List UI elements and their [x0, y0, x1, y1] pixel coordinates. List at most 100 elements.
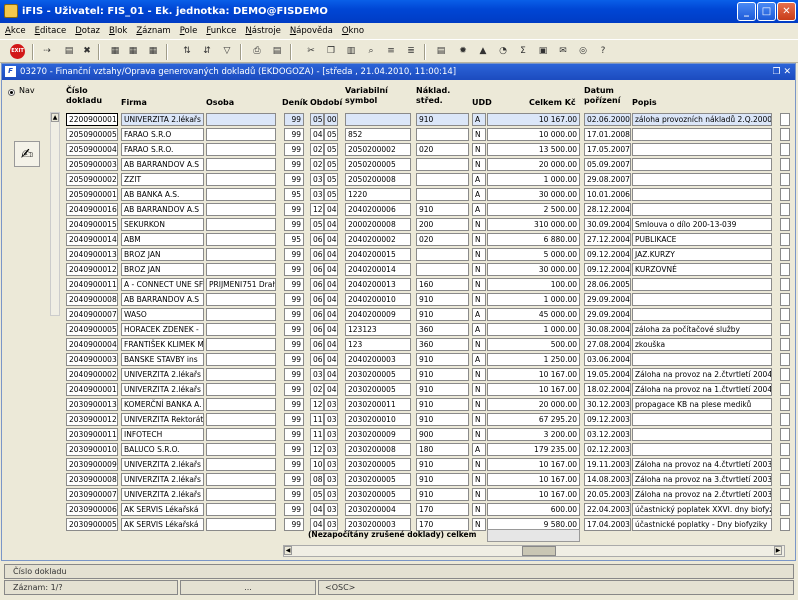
clock-icon[interactable]: ◔: [496, 44, 510, 58]
cell-udd[interactable]: N: [472, 473, 486, 486]
cell-person[interactable]: [206, 188, 276, 201]
cell-description[interactable]: [632, 413, 772, 426]
menu-funkce[interactable]: Funkce: [201, 23, 240, 39]
cancel-query-icon[interactable]: ▦: [146, 44, 160, 58]
cell-period-year[interactable]: 03: [324, 503, 338, 516]
cell-cost-center[interactable]: 910: [416, 413, 469, 426]
cell-period-month[interactable]: 11: [310, 428, 324, 441]
cell-cost-center[interactable]: [416, 158, 469, 171]
cell-doc-number[interactable]: 2040900004: [66, 338, 118, 351]
cell-total[interactable]: 100.00: [487, 278, 580, 291]
cell-company[interactable]: AK SERVIS Lékařská: [121, 503, 204, 516]
sort-desc-icon[interactable]: ⇵: [200, 44, 214, 58]
cell-doc-number[interactable]: 2030900010: [66, 443, 118, 456]
cell-udd[interactable]: A: [472, 308, 486, 321]
cell-journal[interactable]: 99: [284, 398, 304, 411]
cell-period-year[interactable]: 04: [324, 248, 338, 261]
cell-company[interactable]: UNIVERZITA 2.lékařs: [121, 383, 204, 396]
cell-doc-number[interactable]: 2040900007: [66, 308, 118, 321]
cell-cost-center[interactable]: 910: [416, 383, 469, 396]
scroll-right-arrow[interactable]: ▶: [774, 546, 782, 555]
cell-description[interactable]: [632, 203, 772, 216]
cell-description[interactable]: KURZOVNÉ: [632, 263, 772, 276]
cell-company[interactable]: AK SERVIS Lékařská: [121, 518, 204, 531]
cell-company[interactable]: ZZIT: [121, 173, 204, 186]
cell-period-year[interactable]: 05: [324, 143, 338, 156]
cell-period-year[interactable]: 00: [324, 113, 338, 126]
cell-person[interactable]: [206, 383, 276, 396]
cell-journal[interactable]: 99: [284, 203, 304, 216]
cell-total[interactable]: 10 167.00: [487, 473, 580, 486]
cell-doc-number[interactable]: 2030900009: [66, 458, 118, 471]
copy-icon[interactable]: ❐: [324, 44, 338, 58]
horizontal-scroll-thumb[interactable]: [522, 546, 556, 556]
cell-description[interactable]: Záloha na provoz na 2.čtvrtletí 2003: [632, 488, 772, 501]
warning-icon[interactable]: ▲: [476, 44, 490, 58]
cell-variable-symbol[interactable]: 2030200005: [345, 458, 411, 471]
cell-udd[interactable]: N: [472, 158, 486, 171]
cell-variable-symbol[interactable]: 2030200004: [345, 503, 411, 516]
cell-journal[interactable]: 99: [284, 278, 304, 291]
help-icon[interactable]: ?: [596, 44, 610, 58]
cell-udd[interactable]: N: [472, 263, 486, 276]
cell-total[interactable]: 10 167.00: [487, 458, 580, 471]
cell-total[interactable]: 30 000.00: [487, 188, 580, 201]
cell-variable-symbol[interactable]: 2040200003: [345, 353, 411, 366]
cell-udd[interactable]: N: [472, 218, 486, 231]
cell-period-month[interactable]: 12: [310, 398, 324, 411]
scroll-left-arrow[interactable]: ◀: [284, 546, 292, 555]
cell-udd[interactable]: N: [472, 233, 486, 246]
cell-person[interactable]: [206, 233, 276, 246]
cell-period-month[interactable]: 03: [310, 368, 324, 381]
cell-person[interactable]: PRIJMENI751 Drah: [206, 278, 276, 291]
cell-date[interactable]: 02.12.2003: [584, 443, 631, 456]
cell-period-year[interactable]: 04: [324, 293, 338, 306]
cell-variable-symbol[interactable]: 123123: [345, 323, 411, 336]
cell-journal[interactable]: 99: [284, 263, 304, 276]
cell-person[interactable]: [206, 338, 276, 351]
cell-company[interactable]: BANSKE STAVBY ins: [121, 353, 204, 366]
cell-total[interactable]: 310 000.00: [487, 218, 580, 231]
cell-person[interactable]: [206, 113, 276, 126]
cell-variable-symbol[interactable]: 1220: [345, 188, 411, 201]
cell-journal[interactable]: 99: [284, 128, 304, 141]
cell-doc-number[interactable]: 2030900011: [66, 428, 118, 441]
cell-variable-symbol[interactable]: 2040200013: [345, 278, 411, 291]
cell-total[interactable]: 30 000.00: [487, 263, 580, 276]
cell-date[interactable]: 30.12.2003: [584, 398, 631, 411]
cell-period-year[interactable]: 04: [324, 233, 338, 246]
cell-company[interactable]: AB BARRANDOV A.S: [121, 203, 204, 216]
menu-blok[interactable]: Blok: [104, 23, 131, 39]
cell-variable-symbol[interactable]: 2040200014: [345, 263, 411, 276]
cell-period-year[interactable]: 05: [324, 173, 338, 186]
cell-udd[interactable]: A: [472, 353, 486, 366]
cell-person[interactable]: [206, 263, 276, 276]
cell-udd[interactable]: N: [472, 428, 486, 441]
cell-doc-number[interactable]: 2040900003: [66, 353, 118, 366]
cell-journal[interactable]: 99: [284, 293, 304, 306]
cell-date[interactable]: 03.12.2003: [584, 428, 631, 441]
cell-company[interactable]: FARAO S.R.O.: [121, 143, 204, 156]
document-window-controls[interactable]: ❐ ✕: [773, 64, 791, 80]
query-icon[interactable]: ▦: [108, 44, 122, 58]
cell-udd[interactable]: N: [472, 413, 486, 426]
cell-doc-number[interactable]: 2040900016: [66, 203, 118, 216]
cell-period-year[interactable]: 05: [324, 188, 338, 201]
cell-doc-number[interactable]: 2030900008: [66, 473, 118, 486]
cell-period-month[interactable]: 10: [310, 458, 324, 471]
cell-person[interactable]: [206, 458, 276, 471]
cell-period-year[interactable]: 04: [324, 353, 338, 366]
cell-period-year[interactable]: 03: [324, 473, 338, 486]
cell-period-month[interactable]: 06: [310, 248, 324, 261]
cell-total[interactable]: 10 000.00: [487, 128, 580, 141]
cell-journal[interactable]: 99: [284, 323, 304, 336]
column-header-ns[interactable]: Náklad. střed.: [416, 86, 450, 106]
cell-journal[interactable]: 95: [284, 188, 304, 201]
cell-company[interactable]: FRANTIŠEK KLIMEK M: [121, 338, 204, 351]
cell-doc-number[interactable]: 2030900007: [66, 488, 118, 501]
cell-udd[interactable]: A: [472, 113, 486, 126]
cell-period-year[interactable]: 04: [324, 338, 338, 351]
cell-company[interactable]: A - CONNECT UNE SF: [121, 278, 204, 291]
cell-company[interactable]: AB BANKA A.S.: [121, 188, 204, 201]
cell-journal[interactable]: 99: [284, 488, 304, 501]
